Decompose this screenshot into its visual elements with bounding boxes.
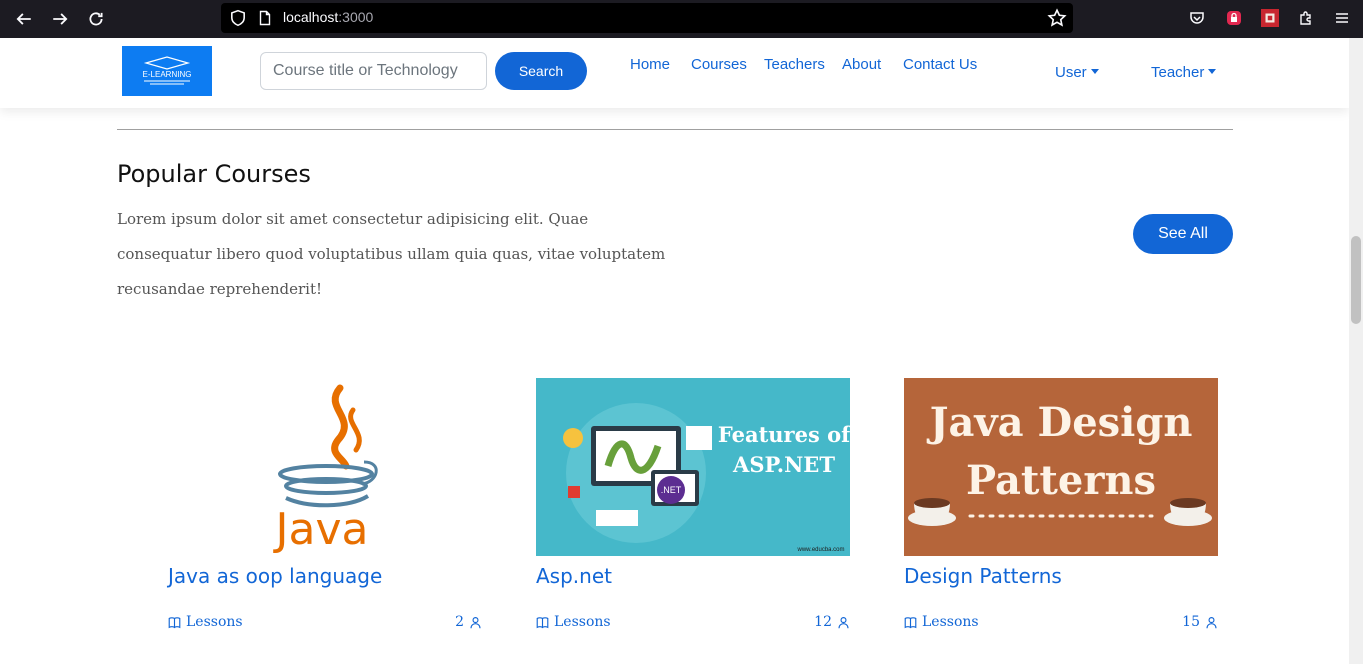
user-dropdown[interactable]: User (1055, 64, 1099, 81)
section-description: Lorem ipsum dolor sit amet consectetur a… (117, 210, 666, 298)
enrolled-count: 12 (814, 614, 850, 630)
lessons-label: Lessons (922, 614, 979, 630)
teacher-dropdown[interactable]: Teacher (1151, 64, 1217, 81)
java-logo-icon: Java (168, 378, 482, 556)
nav-link-teachers[interactable]: Teachers (764, 56, 825, 73)
enrolled-count: 2 (455, 614, 482, 630)
svg-text:www.educba.com: www.educba.com (796, 547, 844, 553)
enrolled-count: 15 (1182, 614, 1218, 630)
extension-game-icon[interactable] (1260, 8, 1280, 28)
page-icon[interactable] (257, 9, 273, 27)
lessons-link[interactable]: Lessons (536, 614, 611, 630)
teacher-dropdown-label: Teacher (1151, 64, 1205, 81)
person-icon (838, 616, 849, 628)
lessons-label: Lessons (554, 614, 611, 630)
svg-text:ASP.NET: ASP.NET (732, 452, 835, 477)
lessons-link[interactable]: Lessons (168, 614, 243, 630)
enrolled-count-value: 2 (455, 614, 464, 630)
course-image-design-patterns[interactable]: Java Design Patterns (904, 378, 1218, 556)
course-title[interactable]: Asp.net (536, 564, 612, 588)
svg-text:E-LEARNING: E-LEARNING (143, 70, 192, 79)
aspnet-banner-icon: .NET Features of ASP.NET www.educba.com (536, 378, 850, 556)
scrollbar-thumb[interactable] (1351, 236, 1361, 324)
course-card: .NET Features of ASP.NET www.educba.com … (536, 378, 850, 630)
enrolled-count-value: 15 (1182, 614, 1200, 630)
svg-text:.NET: .NET (661, 485, 682, 495)
forward-icon[interactable] (48, 7, 72, 31)
svg-text:Features of: Features of (718, 422, 850, 447)
book-icon (168, 616, 181, 628)
svg-text:Java Design: Java Design (927, 399, 1193, 446)
caret-down-icon (1208, 69, 1217, 74)
site-logo[interactable]: E-LEARNING (122, 46, 212, 96)
nav-link-courses[interactable]: Courses (691, 56, 747, 73)
section-title: Popular Courses (117, 160, 311, 188)
section-divider (117, 129, 1233, 130)
extensions-puzzle-icon[interactable] (1296, 8, 1316, 28)
extension-lock-icon[interactable] (1224, 8, 1244, 28)
site-navbar: E-LEARNING Search Home Courses Teachers … (0, 38, 1349, 108)
nav-link-about[interactable]: About (842, 56, 881, 73)
url-text[interactable]: localhost:3000 (283, 9, 373, 25)
svg-text:Patterns: Patterns (966, 457, 1156, 504)
search-input[interactable] (260, 52, 487, 90)
see-all-button[interactable]: See All (1133, 214, 1233, 254)
lessons-label: Lessons (186, 614, 243, 630)
person-icon (1206, 616, 1217, 628)
nav-link-home[interactable]: Home (630, 56, 670, 73)
reload-icon[interactable] (84, 7, 108, 31)
course-image-java[interactable]: Java (168, 378, 482, 556)
back-icon[interactable] (12, 7, 36, 31)
elearning-logo-icon: E-LEARNING (143, 56, 192, 85)
course-title[interactable]: Java as oop language (168, 564, 382, 588)
caret-down-icon (1090, 69, 1099, 74)
course-card: Java Java as oop language Lessons 2 (168, 378, 482, 630)
nav-link-contact[interactable]: Contact Us (903, 56, 977, 73)
menu-hamburger-icon[interactable] (1332, 8, 1352, 28)
course-title[interactable]: Design Patterns (904, 564, 1062, 588)
course-card: Java Design Patterns Design Patterns Les… (904, 378, 1218, 630)
user-dropdown-label: User (1055, 64, 1087, 81)
search-button[interactable]: Search (495, 52, 587, 90)
bookmark-star-icon[interactable] (1047, 8, 1067, 28)
url-bar[interactable]: localhost:3000 (221, 3, 1073, 33)
pocket-icon[interactable] (1187, 8, 1207, 28)
page-scrollbar[interactable] (1349, 38, 1363, 664)
web-page: E-LEARNING Search Home Courses Teachers … (0, 38, 1349, 664)
shield-icon[interactable] (229, 9, 247, 27)
lessons-link[interactable]: Lessons (904, 614, 979, 630)
enrolled-count-value: 12 (814, 614, 832, 630)
course-image-aspnet[interactable]: .NET Features of ASP.NET www.educba.com (536, 378, 850, 556)
browser-toolbar: localhost:3000 (0, 0, 1363, 38)
person-icon (470, 616, 481, 628)
svg-text:Java: Java (273, 504, 369, 555)
design-patterns-banner-icon: Java Design Patterns (904, 378, 1218, 556)
book-icon (536, 616, 549, 628)
book-icon (904, 616, 917, 628)
